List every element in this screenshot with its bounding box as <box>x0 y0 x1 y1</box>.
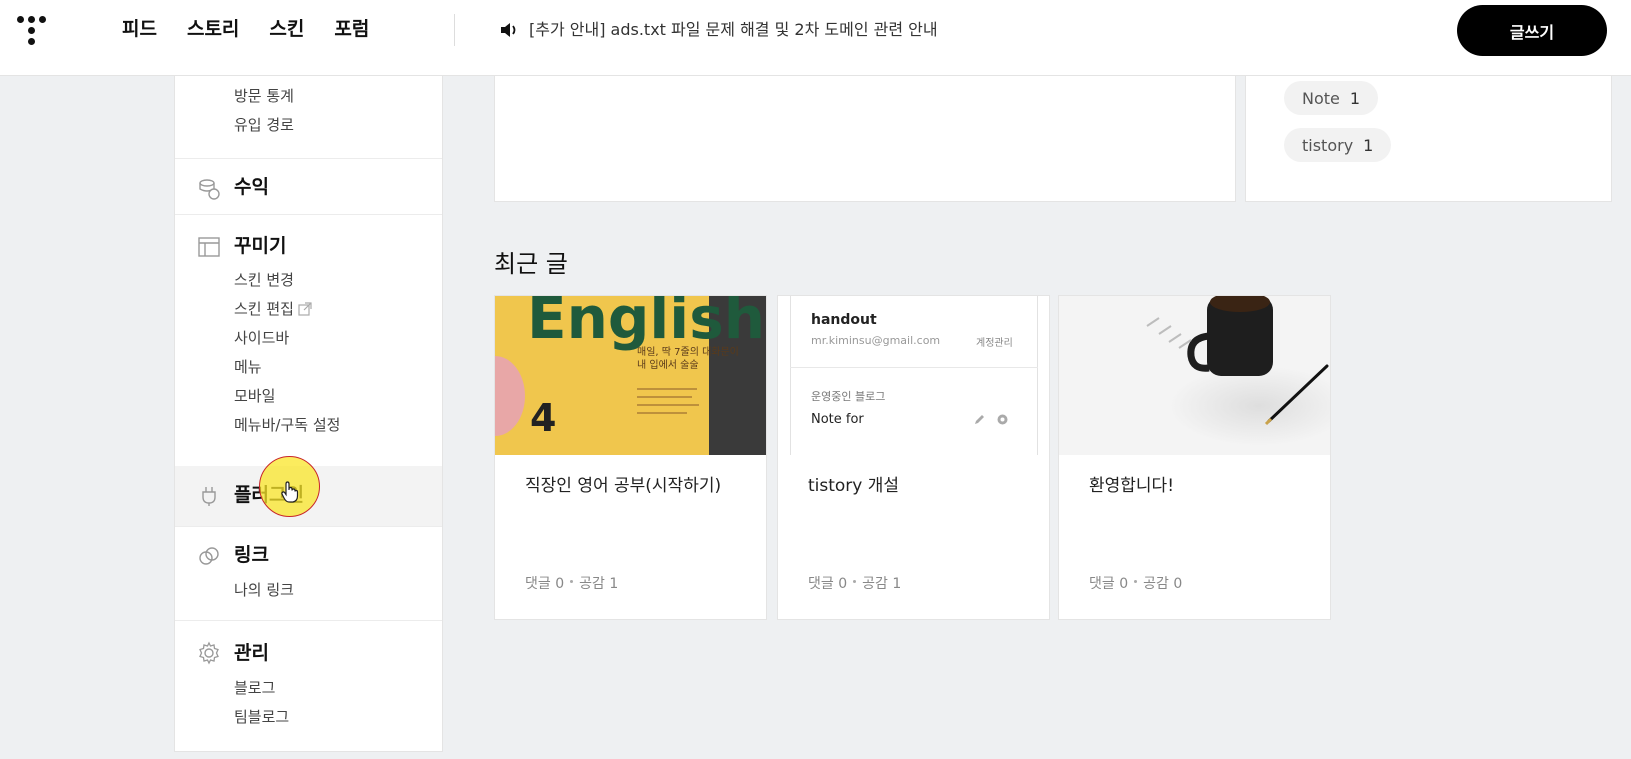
speaker-icon <box>501 23 516 37</box>
thumbnail-book-subtitle: 매일, 딱 7줄의 대화문이 내 입에서 술술 <box>637 346 739 372</box>
post-thumbnail <box>1059 296 1330 455</box>
sidebar-item-menubar-subscribe[interactable]: 메뉴바/구독 설정 <box>234 414 340 436</box>
pencil-icon <box>975 415 984 424</box>
plug-icon <box>202 487 216 506</box>
sidebar-item-mobile[interactable]: 모바일 <box>234 385 275 407</box>
sidebar-divider <box>175 158 442 159</box>
post-title[interactable]: 직장인 영어 공부(시작하기) <box>525 474 721 498</box>
coffee-mug-image <box>1146 296 1330 446</box>
sidebar-item-referrer[interactable]: 유입 경로 <box>234 114 294 136</box>
post-title[interactable]: 환영합니다! <box>1089 474 1174 498</box>
thumbnail-account-name: handout <box>811 312 877 328</box>
gear-icon <box>997 414 1008 425</box>
sidebar-divider <box>175 526 442 527</box>
write-button[interactable]: 글쓰기 <box>1457 5 1607 56</box>
post-thumbnail: English 매일, 딱 7줄의 대화문이 내 입에서 술술 4 <box>495 296 766 455</box>
sidebar-item-skin-edit[interactable]: 스킨 편집 <box>234 298 312 320</box>
sidebar-item-visit-stats[interactable]: 방문 통계 <box>234 85 294 107</box>
thumbnail-book-title: English <box>527 296 766 352</box>
thumbnail-divider <box>790 367 1038 368</box>
layout-icon <box>198 237 220 257</box>
sidebar-item-blog[interactable]: 블로그 <box>234 677 275 699</box>
thumbnail-book-line: 매일, 딱 7줄의 대화문이 <box>637 347 739 358</box>
thumbnail-book-line: 내 입에서 술술 <box>637 360 699 371</box>
post-meta: 댓글 0 공감 0 <box>1089 574 1182 594</box>
hand-pointer-icon <box>281 481 299 503</box>
sidebar-item-skin-change[interactable]: 스킨 변경 <box>234 269 294 291</box>
sidebar-item-label: 스킨 편집 <box>234 300 294 318</box>
thumbnail-decoration <box>637 388 697 390</box>
post-like-count: 공감 0 <box>1143 576 1183 592</box>
thumbnail-decoration <box>637 404 699 406</box>
tag-count: 1 <box>1363 135 1374 155</box>
post-like-count: 공감 1 <box>862 576 902 592</box>
thumbnail-book-number: 4 <box>530 396 557 440</box>
sidebar-section-link[interactable]: 링크 <box>234 542 269 568</box>
thumbnail-account-email: mr.kiminsu@gmail.com <box>811 334 941 347</box>
sidebar-section-revenue[interactable]: 수익 <box>234 174 269 200</box>
tag-label: tistory <box>1302 135 1354 155</box>
sidebar-section-decorate[interactable]: 꾸미기 <box>234 233 286 259</box>
post-comment-count: 댓글 0 <box>808 576 848 592</box>
post-comment-count: 댓글 0 <box>525 576 565 592</box>
thumbnail-decoration <box>637 396 692 398</box>
thumbnail-decoration <box>495 356 525 436</box>
post-like-count: 공감 1 <box>579 576 619 592</box>
thumbnail-blog-name: Note for <box>811 412 864 427</box>
content-card <box>494 76 1236 202</box>
nav-story[interactable]: 스토리 <box>187 16 239 42</box>
nav-feed[interactable]: 피드 <box>122 16 157 42</box>
sidebar: 방문 통계 유입 경로 수익 꾸미기 스킨 변경 스킨 편집 사이드바 메뉴 모… <box>174 76 443 752</box>
sidebar-section-manage[interactable]: 관리 <box>234 640 269 666</box>
sidebar-divider <box>175 620 442 621</box>
post-card[interactable]: English 매일, 딱 7줄의 대화문이 내 입에서 술술 4 직장인 영어… <box>494 295 767 620</box>
nav-forum[interactable]: 포럼 <box>334 16 369 42</box>
thumbnail-account-manage: 계정관리 <box>976 338 1013 349</box>
post-comment-count: 댓글 0 <box>1089 576 1129 592</box>
sidebar-item-sidebar[interactable]: 사이드바 <box>234 327 289 349</box>
tag-chip[interactable]: tistory 1 <box>1284 128 1392 162</box>
coins-icon <box>199 179 220 200</box>
gear-icon <box>199 641 219 665</box>
sidebar-item-menu[interactable]: 메뉴 <box>234 356 262 378</box>
post-card[interactable]: 환영합니다! 댓글 0 공감 0 <box>1058 295 1331 620</box>
post-title[interactable]: tistory 개설 <box>808 474 899 498</box>
post-thumbnail: handout mr.kiminsu@gmail.com 계정관리 운영중인 블… <box>778 296 1049 455</box>
recent-posts-title: 최근 글 <box>494 250 568 278</box>
nav-skin[interactable]: 스킨 <box>269 16 304 42</box>
sidebar-item-my-link[interactable]: 나의 링크 <box>234 579 294 601</box>
tag-card: Note 1 tistory 1 <box>1245 76 1612 202</box>
thumbnail-running-label: 운영중인 블로그 <box>811 390 886 403</box>
notice-text[interactable]: [추가 안내] ads.txt 파일 문제 해결 및 2차 도메인 관련 안내 <box>529 18 938 42</box>
post-card[interactable]: handout mr.kiminsu@gmail.com 계정관리 운영중인 블… <box>777 295 1050 620</box>
post-meta: 댓글 0 공감 1 <box>525 574 618 594</box>
sidebar-item-team-blog[interactable]: 팀블로그 <box>234 706 289 728</box>
thumbnail-decoration <box>637 412 687 414</box>
sidebar-divider <box>175 214 442 215</box>
link-icon <box>199 547 219 565</box>
main-nav: 피드 스토리 스킨 포럼 <box>122 16 399 42</box>
post-meta: 댓글 0 공감 1 <box>808 574 901 594</box>
external-link-icon <box>298 302 312 316</box>
notice-banner[interactable]: [추가 안내] ads.txt 파일 문제 해결 및 2차 도메인 관련 안내 <box>499 18 938 42</box>
tistory-logo-icon[interactable] <box>14 13 50 47</box>
tag-label: Note <box>1302 88 1340 108</box>
top-bar: 피드 스토리 스킨 포럼 [추가 안내] ads.txt 파일 문제 해결 및 … <box>0 0 1631 76</box>
nav-divider <box>454 14 455 46</box>
tag-count: 1 <box>1349 88 1361 108</box>
tag-chip[interactable]: Note 1 <box>1284 81 1379 115</box>
